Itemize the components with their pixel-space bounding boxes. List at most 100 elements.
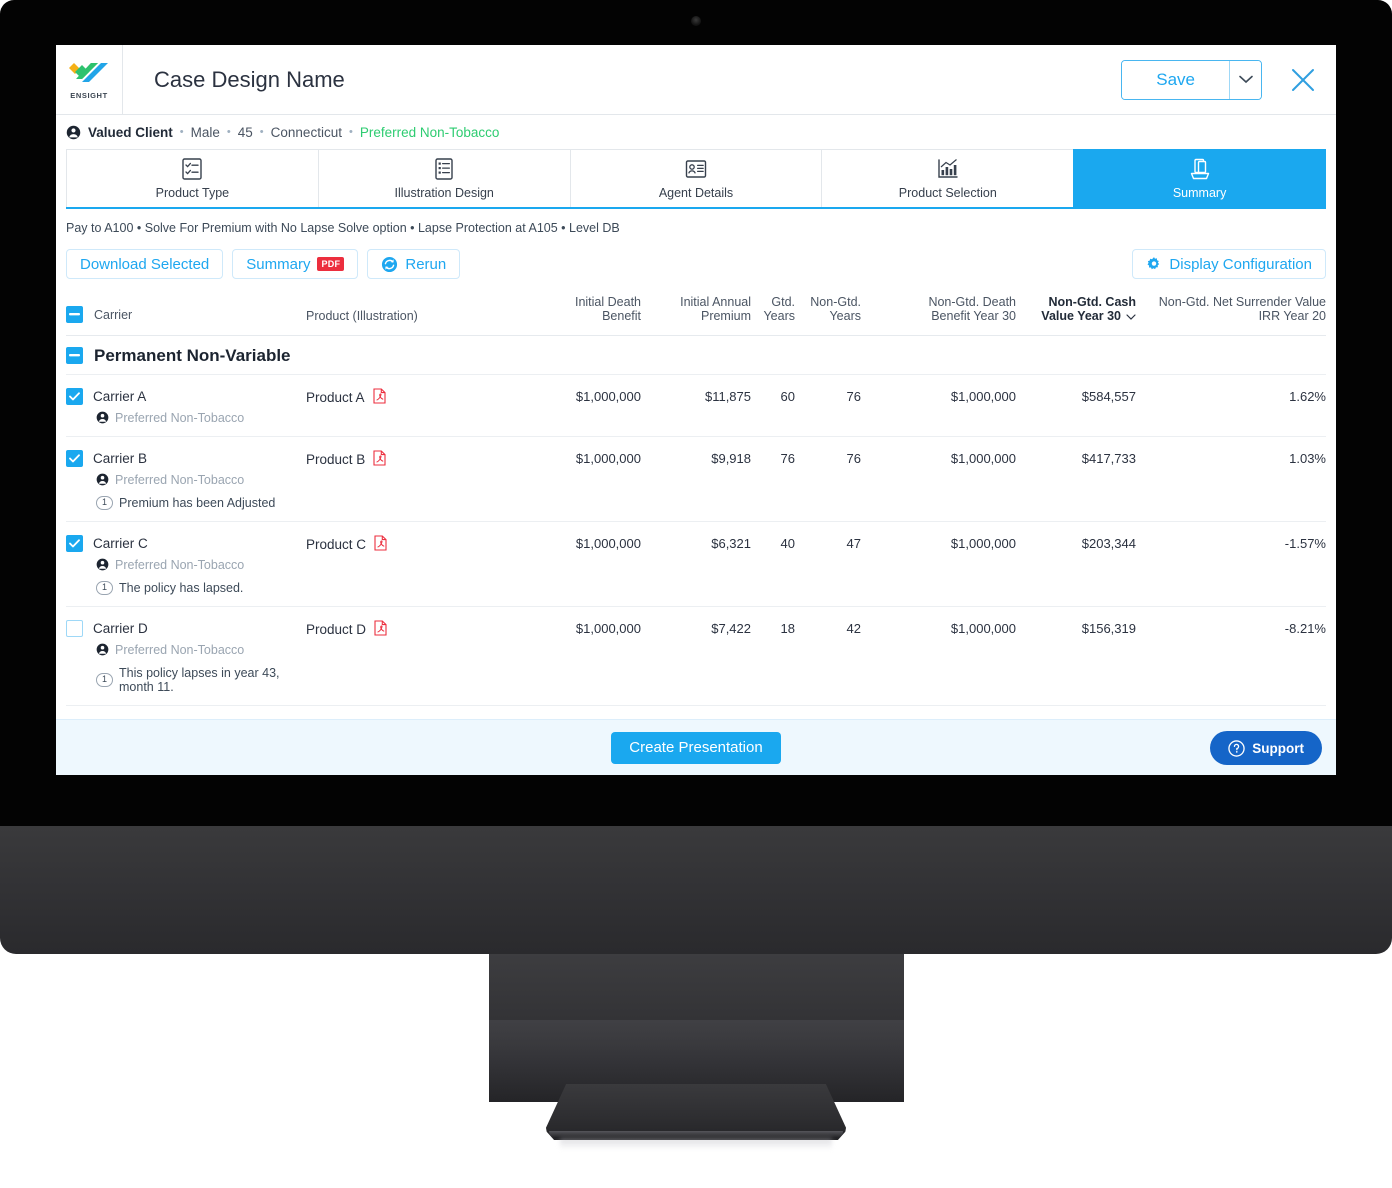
- product-pdf-link[interactable]: [373, 449, 386, 469]
- page-title: Case Design Name: [154, 66, 345, 92]
- close-button[interactable]: [1286, 63, 1320, 97]
- product-name: Product D: [306, 621, 367, 637]
- cell-initial-annual-premium: $9,918: [641, 436, 751, 522]
- row-sub-note: Preferred Non-Tobacco: [96, 411, 306, 425]
- row-sub-note: 1 The policy has lapsed.: [96, 580, 306, 595]
- cell-nongtd-irr: 1.62%: [1136, 374, 1326, 437]
- create-presentation-button[interactable]: Create Presentation: [611, 731, 781, 764]
- save-button[interactable]: Save: [1122, 60, 1229, 99]
- row-sub-note-label: Premium has been Adjusted: [119, 495, 276, 510]
- person-icon: [66, 125, 81, 139]
- row-select-checkbox[interactable]: [66, 387, 83, 405]
- cell-initial-death-benefit: $1,000,000: [521, 606, 641, 706]
- group-header-row: Permanent Non-Variable: [66, 335, 1326, 375]
- cell-nongtd-death-benefit: $1,000,000: [861, 521, 1016, 607]
- tab-summary[interactable]: Summary: [1073, 149, 1326, 207]
- client-risk-class: Preferred Non-Tobacco: [359, 124, 500, 140]
- th-gtd-years[interactable]: Gtd. Years: [751, 279, 795, 336]
- row-sub-note: 1 This policy lapses in year 43, month 11…: [96, 666, 306, 694]
- tab-product-selection[interactable]: Product Selection: [821, 149, 1074, 207]
- cell-nongtd-years: 42: [795, 606, 861, 706]
- row-sub-notes: Preferred Non-Tobacco 1 The policy has lap…: [66, 552, 306, 606]
- th-carrier: Carrier: [66, 279, 306, 336]
- th-nongtd-death-benefit[interactable]: Non-Gtd. Death Benefit Year 30: [861, 279, 1016, 336]
- row-select-checkbox[interactable]: [66, 449, 83, 467]
- app-footer: Create Presentation Support: [56, 719, 1336, 775]
- cell-gtd-years: 40: [751, 521, 795, 607]
- carrier-name: Carrier D: [93, 620, 148, 636]
- row-select-checkbox[interactable]: [66, 619, 83, 637]
- cell-product: Product D: [306, 606, 521, 706]
- monitor-base-reflection: [560, 1138, 832, 1150]
- tab-illustration-design[interactable]: Illustration Design: [317, 149, 570, 207]
- tab-label: Agent Details: [658, 186, 734, 200]
- row-sub-note: Preferred Non-Tobacco: [96, 643, 306, 657]
- th-product[interactable]: Product (Illustration): [306, 279, 521, 336]
- tab-label: Illustration Design: [394, 186, 494, 200]
- close-icon: [1292, 68, 1314, 91]
- display-configuration-button[interactable]: Display Configuration: [1132, 249, 1326, 279]
- results-table-container: Carrier Product (Illustration) Initial D…: [56, 279, 1336, 768]
- th-line-2: Years: [763, 309, 795, 323]
- cell-initial-annual-premium: $7,422: [641, 606, 751, 706]
- cell-nongtd-irr: -1.57%: [1136, 521, 1326, 607]
- save-dropdown-button[interactable]: [1229, 60, 1261, 99]
- row-select-checkbox[interactable]: [66, 534, 83, 552]
- cell-carrier: Carrier A Preferred Non-Tobacco: [66, 374, 306, 437]
- cell-nongtd-cash-value: $156,319: [1016, 606, 1136, 706]
- cell-initial-death-benefit: $1,000,000: [521, 374, 641, 437]
- th-nongtd-years[interactable]: Non-Gtd. Years: [795, 279, 861, 336]
- group-header-cell: Permanent Non-Variable: [66, 335, 1326, 375]
- pdf-badge: PDF: [317, 257, 345, 271]
- person-icon: [96, 473, 109, 486]
- product-pdf-link[interactable]: [374, 619, 387, 639]
- question-circle-icon: [1228, 739, 1245, 757]
- th-nongtd-irr[interactable]: Non-Gtd. Net Surrender Value IRR Year 20: [1136, 279, 1326, 336]
- brand-wordmark: ENSIGHT: [70, 91, 108, 100]
- summary-pdf-button[interactable]: Summary PDF: [232, 249, 359, 279]
- cell-product: Product C: [306, 521, 521, 607]
- cell-carrier: Carrier B Preferred Non-Tobacco 1 Premium h…: [66, 436, 306, 522]
- row-sub-notes: Preferred Non-Tobacco 1 Premium has been A…: [66, 467, 306, 521]
- note-badge: 1: [96, 580, 114, 595]
- tab-product-type[interactable]: Product Type: [66, 149, 318, 207]
- id-card-icon: [685, 160, 707, 178]
- table-row[interactable]: Carrier D Preferred Non-Tobacco 1 This poli…: [66, 606, 1326, 706]
- product-pdf-link[interactable]: [374, 534, 387, 554]
- rerun-button[interactable]: Rerun: [367, 249, 461, 279]
- group-collapse-toggle[interactable]: [66, 347, 83, 364]
- client-summary-bar: Valued Client • Male • 45 • Connecticut …: [56, 115, 1336, 149]
- table-row[interactable]: Carrier A Preferred Non-Tobacco Product A $…: [66, 374, 1326, 437]
- tab-agent-details[interactable]: Agent Details: [569, 149, 822, 207]
- th-nongtd-cash-value[interactable]: Non-Gtd. Cash Value Year 30: [1016, 279, 1136, 336]
- minus-icon: [69, 354, 80, 357]
- separator-dot: •: [348, 126, 353, 138]
- separator-dot: •: [259, 126, 264, 138]
- note-badge: 1: [96, 495, 114, 510]
- row-sub-note-label: Preferred Non-Tobacco: [115, 472, 245, 487]
- table-row[interactable]: Carrier B Preferred Non-Tobacco 1 Premium h…: [66, 436, 1326, 522]
- table-row[interactable]: Carrier C Preferred Non-Tobacco 1 The polic…: [66, 521, 1326, 607]
- th-initial-annual-premium[interactable]: Initial Annual Premium: [641, 279, 751, 336]
- th-line-2: Benefit: [602, 309, 641, 323]
- th-line-1: Initial Death: [574, 295, 641, 309]
- wizard-tabs: Product Type Illustration Design Agent D…: [66, 149, 1326, 209]
- support-label: Support: [1252, 740, 1304, 756]
- support-button[interactable]: Support: [1210, 731, 1322, 765]
- minus-icon: [69, 313, 80, 316]
- download-selected-button[interactable]: Download Selected: [66, 249, 224, 279]
- row-sub-note-label: Preferred Non-Tobacco: [115, 642, 245, 657]
- cell-nongtd-years: 76: [795, 436, 861, 522]
- ensight-logo-icon: [69, 63, 108, 82]
- checklist-icon: [182, 158, 203, 180]
- row-sub-note: 1 Premium has been Adjusted: [96, 495, 306, 510]
- select-all-toggle[interactable]: [66, 306, 83, 323]
- note-badge: 1: [96, 672, 114, 687]
- tab-label: Summary: [1172, 186, 1227, 200]
- cell-initial-death-benefit: $1,000,000: [521, 436, 641, 522]
- product-pdf-link[interactable]: [372, 387, 386, 407]
- client-age: 45: [237, 124, 253, 140]
- th-initial-death-benefit[interactable]: Initial Death Benefit: [521, 279, 641, 336]
- th-line-1: Gtd.: [771, 295, 795, 309]
- tab-label: Product Selection: [898, 186, 997, 200]
